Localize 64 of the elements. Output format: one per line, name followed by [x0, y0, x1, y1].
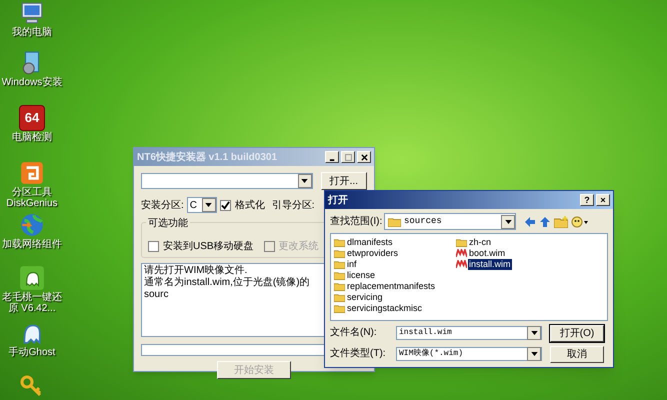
file-item[interactable]: license [346, 270, 376, 281]
folder-icon [334, 238, 345, 247]
folder-icon [334, 271, 345, 280]
file-name-combo-box[interactable]: install.wim [396, 326, 542, 340]
folder-icon [334, 293, 345, 302]
maximize-button[interactable] [341, 151, 355, 163]
checkbox[interactable] [148, 240, 159, 252]
partition-label: 安装分区: [141, 198, 184, 212]
open-button[interactable]: 打开... [320, 172, 367, 190]
icon-label[interactable]: 我的电脑 [0, 27, 64, 38]
key-icon[interactable] [20, 374, 44, 398]
close-button[interactable]: × [596, 194, 610, 206]
help-button[interactable]: ? [580, 194, 594, 206]
folder-icon [334, 260, 345, 269]
file-item[interactable]: etwproviders [346, 248, 400, 259]
wim-file-icon [456, 260, 468, 269]
icon-label[interactable]: 手动Ghost [0, 347, 64, 358]
close-button[interactable] [357, 151, 371, 163]
minimize-button[interactable] [325, 151, 339, 163]
file-item[interactable]: inf [346, 259, 358, 270]
boot-partition-label: 引导分区: [272, 198, 315, 212]
folder-icon [388, 216, 401, 226]
folder-icon [334, 249, 345, 258]
folder-icon [456, 238, 468, 247]
new-folder-icon[interactable] [554, 216, 568, 228]
path-combo-box[interactable] [141, 173, 313, 189]
file-item[interactable]: boot.wim [468, 248, 506, 259]
window-title: NT6快捷安装器 v1.1 build0301 [137, 150, 278, 164]
folder-icon [334, 282, 345, 291]
disk-tool-icon[interactable] [19, 160, 45, 186]
file-item[interactable]: replacementmanifests [346, 281, 436, 292]
up-arrow-icon[interactable] [539, 216, 551, 228]
benchmark-icon[interactable]: 64 [19, 105, 45, 131]
ghost-icon[interactable] [19, 265, 45, 291]
file-name-value: install.wim [399, 327, 452, 339]
file-item[interactable]: servicing [346, 292, 384, 303]
look-in-combo-box[interactable]: sources [384, 213, 516, 230]
file-type-value: WIM映像(*.wim) [399, 348, 464, 360]
checkbox-label: 更改系统 [278, 240, 319, 254]
cancel-button[interactable]: 取消 [550, 346, 604, 362]
checkbox-label: 格式化 [234, 198, 265, 212]
file-type-label: 文件类型(T): [330, 348, 387, 360]
file-name-label: 文件名(N): [330, 327, 378, 339]
file-item[interactable]: dlmanifests [346, 237, 394, 248]
file-item[interactable]: install.wim [468, 259, 512, 270]
checkbox-label: 安装到USB移动硬盘 [163, 240, 254, 254]
message-line: 通常名为install.wim,位于光盘(镜像)的sourc [144, 277, 311, 301]
open-button[interactable]: 打开(O) [550, 324, 604, 342]
file-type-combo-box[interactable]: WIM映像(*.wim) [396, 347, 542, 361]
computer-icon[interactable] [19, 0, 45, 26]
wim-file-icon [456, 249, 468, 258]
look-in-value: sources [404, 214, 443, 228]
file-item[interactable]: servicingstackmisc [346, 303, 424, 314]
back-arrow-icon[interactable] [524, 216, 536, 228]
partition-combo-box[interactable]: C [186, 197, 217, 213]
message-line: 请先打开WIM映像文件. [144, 265, 248, 276]
close-icon[interactable] [360, 154, 368, 160]
folder-icon [334, 304, 345, 313]
view-menu-icon[interactable] [571, 216, 589, 228]
file-item[interactable]: zh-cn [468, 237, 492, 248]
checkbox[interactable] [220, 200, 231, 210]
look-in-label: 查找范围(I): [330, 214, 380, 229]
window-title: 打开 [328, 194, 349, 208]
icon-label[interactable]: 老毛桃一键还原 V6.42... [0, 292, 64, 314]
